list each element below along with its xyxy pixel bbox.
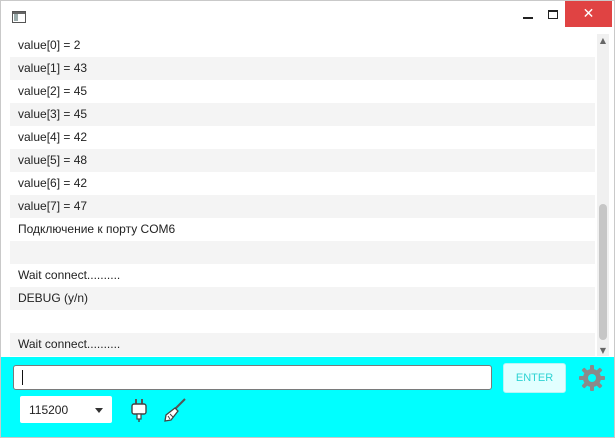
scroll-up-arrow-icon[interactable]: ▲ <box>597 34 609 46</box>
close-button[interactable]: ✕ <box>565 1 612 27</box>
console-line: Wait connect.......... <box>10 333 595 356</box>
console-line: value[6] = 42 <box>18 176 88 190</box>
app-window-icon <box>12 11 26 23</box>
console-output[interactable]: value[0] = 2 value[1] = 43 value[2] = 45 va… <box>10 34 595 356</box>
chevron-down-icon <box>95 408 103 413</box>
scrollbar-thumb[interactable] <box>599 204 607 340</box>
maximize-icon <box>548 9 558 19</box>
text-caret <box>22 370 23 385</box>
console-line: value[0] = 2 <box>18 38 81 52</box>
console-line <box>10 241 595 264</box>
console-scrollbar[interactable]: ▲ ▼ <box>597 34 609 356</box>
maximize-button[interactable] <box>538 1 568 27</box>
gear-icon[interactable] <box>578 364 606 392</box>
enter-button[interactable]: ENTER <box>503 363 566 393</box>
console-line: DEBUG (y/n) <box>10 287 595 310</box>
command-input[interactable] <box>13 365 492 390</box>
console-line: Wait connect.......... <box>18 268 121 282</box>
app-window: ✕ value[0] = 2 value[1] = 43 value[2] = 45… <box>0 0 615 438</box>
baud-rate-select[interactable]: 115200 <box>20 396 112 423</box>
baud-rate-value: 115200 <box>29 402 69 417</box>
control-panel: ENTER 115200 <box>1 357 614 437</box>
console-line: value[5] = 48 <box>10 149 595 172</box>
console-line: value[7] = 47 <box>10 195 595 218</box>
close-icon: ✕ <box>582 6 595 22</box>
scroll-down-arrow-icon[interactable]: ▼ <box>597 344 609 356</box>
console-line: value[1] = 43 <box>10 57 595 80</box>
minimize-icon <box>523 17 533 19</box>
broom-icon[interactable] <box>162 397 188 423</box>
console-line: value[2] = 45 <box>18 84 88 98</box>
console-line: value[4] = 42 <box>18 130 88 144</box>
usb-plug-icon[interactable] <box>128 397 150 423</box>
title-bar[interactable]: ✕ <box>1 1 614 32</box>
console-line: value[3] = 45 <box>10 103 595 126</box>
console-line: Подключение к порту COM6 <box>18 222 176 236</box>
